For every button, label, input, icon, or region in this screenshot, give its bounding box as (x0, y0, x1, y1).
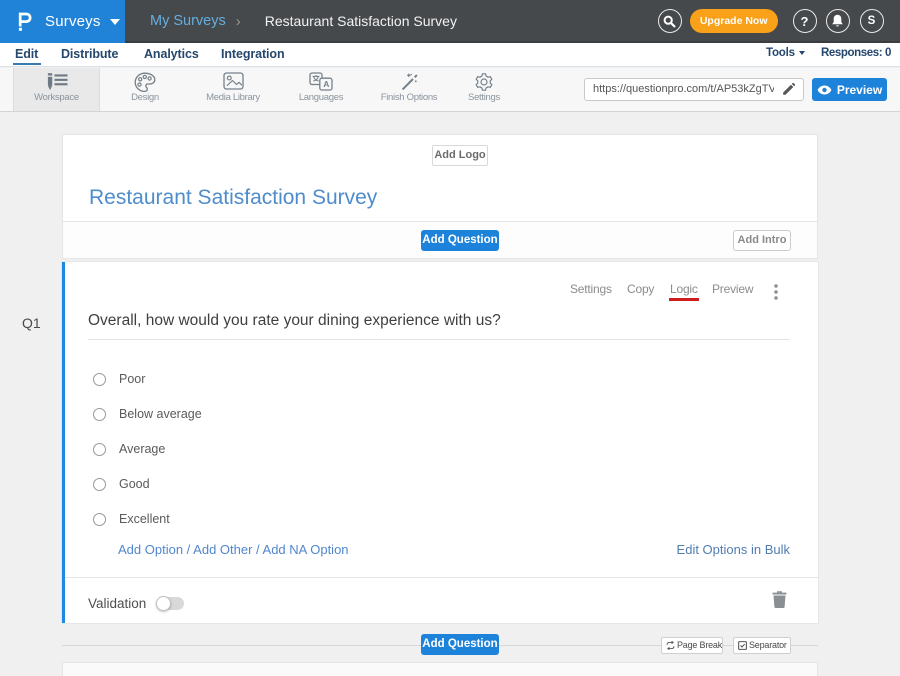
svg-text:A: A (323, 79, 329, 89)
